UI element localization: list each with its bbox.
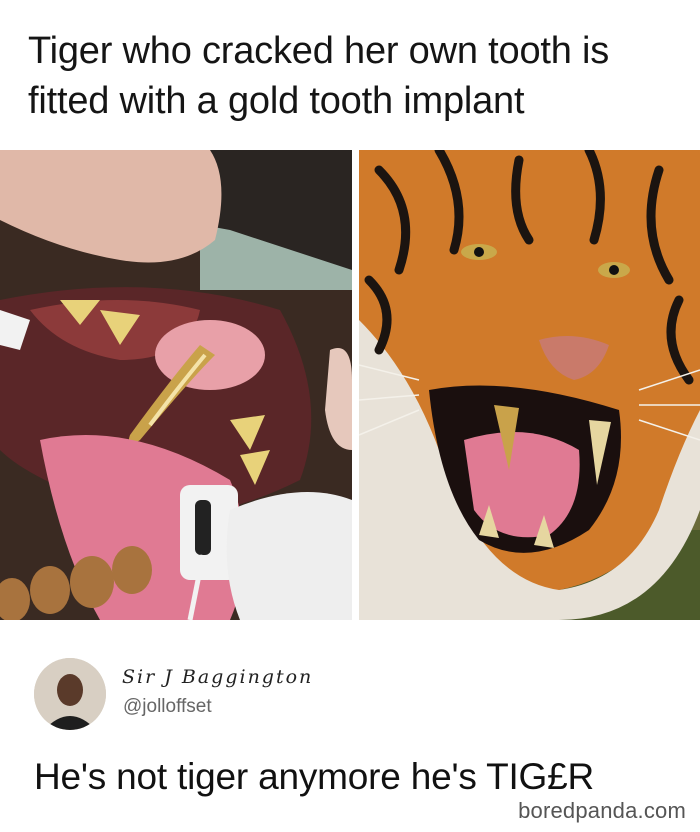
photo-gold-tooth-procedure [0, 150, 352, 620]
tweet-text: He's not tiger anymore he's TIG£R [34, 756, 595, 797]
headline: Tiger who cracked her own tooth is fitte… [28, 30, 610, 122]
tweet-display-name[interactable]: Sir J Baggington [122, 666, 313, 688]
tweet-card: Sir J Baggington @jolloffset [34, 654, 674, 734]
watermark: boredpanda.com [518, 798, 686, 823]
photo-snarling-tiger [359, 150, 700, 620]
tweet-handle[interactable]: @jolloffset [123, 696, 212, 718]
avatar[interactable] [34, 658, 106, 730]
